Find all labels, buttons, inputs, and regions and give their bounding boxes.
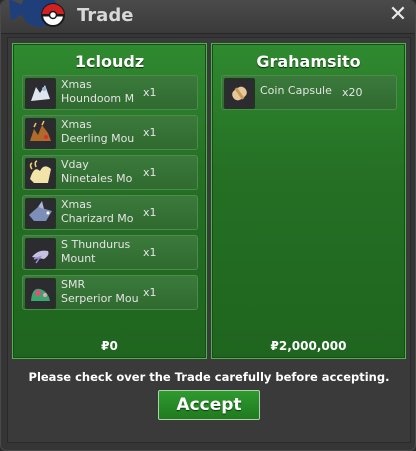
close-icon[interactable]: ✕	[387, 4, 409, 26]
item-list-left: Xmas Houndoom M x1 Xmas Deerling Mou x1 …	[22, 75, 198, 315]
houndoom-mount-icon	[25, 78, 56, 109]
serperior-mount-icon	[25, 278, 56, 309]
accept-button[interactable]: Accept	[158, 390, 260, 420]
money-amount-right: ₽2,000,000	[270, 339, 347, 353]
list-item[interactable]: Coin Capsule x20	[221, 75, 397, 110]
item-quantity: x20	[342, 86, 363, 99]
charizard-mount-icon	[25, 198, 56, 229]
list-item[interactable]: Vday Ninetales Mo x1	[22, 155, 198, 190]
trade-notice: Please check over the Trade carefully be…	[28, 370, 390, 384]
window-title: Trade	[77, 5, 134, 26]
list-item[interactable]: SMR Serperior Mou x1	[22, 275, 198, 310]
trader-panel-left: 1cloudz Xmas Houndoom M x1 Xmas Deerling…	[12, 43, 207, 359]
money-amount-left: ₽0	[101, 339, 118, 353]
trade-content: 1cloudz Xmas Houndoom M x1 Xmas Deerling…	[7, 37, 411, 443]
list-item[interactable]: S Thundurus Mount x1	[22, 235, 198, 270]
item-quantity: x1	[143, 286, 157, 299]
item-quantity: x1	[143, 166, 157, 179]
trader-name-right: Grahamsito	[256, 52, 361, 71]
trader-name-left: 1cloudz	[74, 52, 145, 71]
trader-panel-right: Grahamsito Coin Capsule x20 ₽2,000,000	[211, 43, 406, 359]
item-quantity: x1	[143, 86, 157, 99]
coin-capsule-icon	[224, 78, 255, 109]
item-quantity: x1	[143, 126, 157, 139]
item-quantity: x1	[143, 246, 157, 259]
list-item[interactable]: Xmas Charizard Mo x1	[22, 195, 198, 230]
trade-window: Trade ✕ 1cloudz Xmas Houndoom M x1 Xmas	[0, 0, 416, 451]
item-list-right: Coin Capsule x20	[221, 75, 397, 115]
list-item[interactable]: Xmas Deerling Mou x1	[22, 115, 198, 150]
list-item[interactable]: Xmas Houndoom M x1	[22, 75, 198, 110]
item-quantity: x1	[143, 206, 157, 219]
title-bar[interactable]: Trade ✕	[1, 0, 415, 34]
ninetales-mount-icon	[25, 158, 56, 189]
thundurus-mount-icon	[25, 238, 56, 269]
deerling-mount-icon	[25, 118, 56, 149]
pokeball-logo-icon	[9, 0, 65, 27]
